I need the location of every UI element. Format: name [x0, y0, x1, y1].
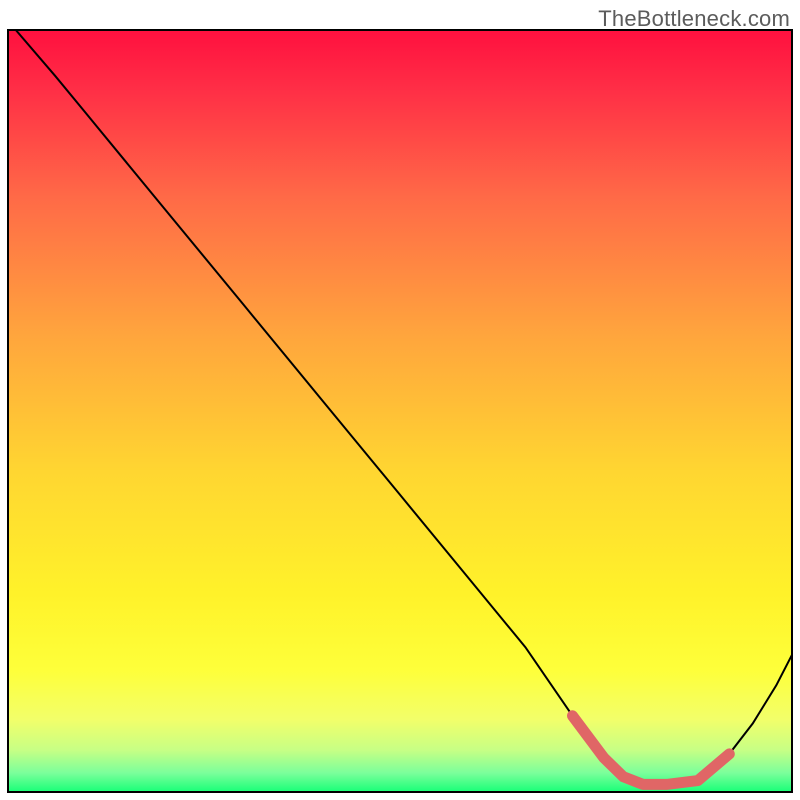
chart-svg	[0, 0, 800, 800]
chart-container: TheBottleneck.com	[0, 0, 800, 800]
gradient-bg	[8, 30, 792, 792]
